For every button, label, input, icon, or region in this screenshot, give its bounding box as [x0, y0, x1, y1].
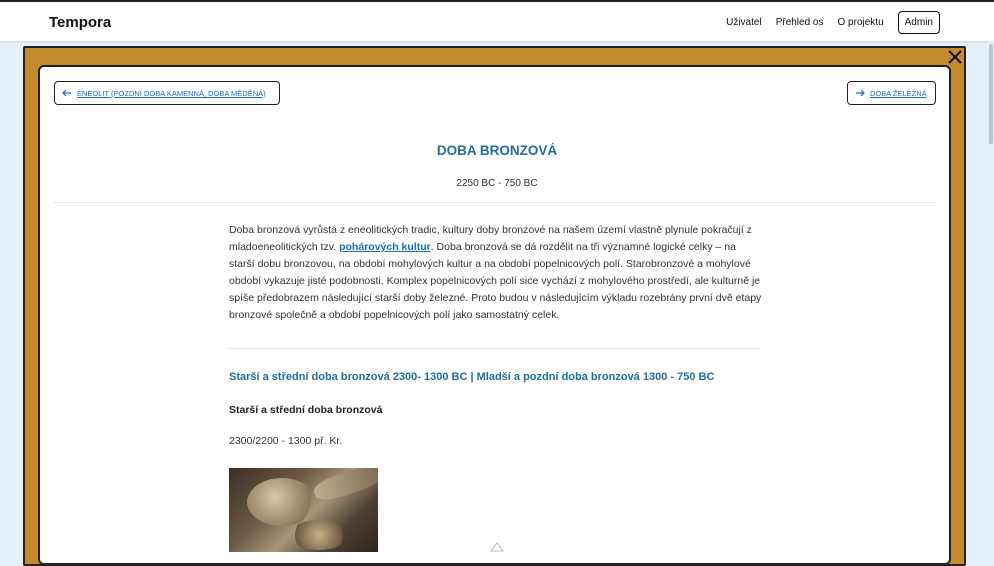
- subperiod-separator: |: [467, 371, 477, 383]
- section-dates: 2300/2200 - 1300 př. Kr.: [229, 435, 343, 447]
- arrow-left-icon: [62, 89, 71, 97]
- nav-link-uzivatel[interactable]: Uživatel: [726, 17, 762, 28]
- next-period-label: Doba železná: [870, 88, 927, 98]
- main-nav: Uživatel Přehled os O projektu Admin: [712, 11, 940, 34]
- bronze-artifacts-image: [229, 468, 378, 552]
- nav-link-o-projektu[interactable]: O projektu: [838, 17, 884, 28]
- subperiod-link-early[interactable]: Starší a střední doba bronzová 2300- 130…: [229, 371, 467, 383]
- close-icon: [948, 50, 962, 64]
- brand-logo[interactable]: Tempora: [49, 14, 111, 31]
- arrow-right-icon: [856, 89, 865, 97]
- page-scrollbar-thumb[interactable]: [989, 44, 993, 144]
- next-period-button[interactable]: Doba železná: [847, 81, 936, 105]
- poharove-kultury-link[interactable]: pohárových kultur: [339, 241, 431, 253]
- intro-paragraph: Doba bronzová vyrůstá z eneolitických tr…: [229, 222, 764, 324]
- subperiod-nav: Starší a střední doba bronzová 2300- 130…: [229, 371, 714, 383]
- page-scrollbar[interactable]: [988, 41, 994, 552]
- nav-link-prehled-os[interactable]: Přehled os: [776, 17, 824, 28]
- close-button[interactable]: [945, 47, 965, 67]
- period-dates: 2250 BC - 750 BC: [456, 178, 538, 189]
- section-heading: Starší a střední doba bronzová: [229, 404, 383, 416]
- intro-text-end: . Doba bronzová se dá rozdělit na tři vý…: [229, 241, 762, 321]
- period-title: DOBA BRONZOVÁ: [436, 143, 558, 158]
- divider: [54, 202, 936, 203]
- top-navbar: Tempora Uživatel Přehled os O projektu A…: [0, 0, 994, 41]
- previous-period-button[interactable]: Eneolit (pozdní doba kamenná, doba měděn…: [54, 81, 280, 105]
- divider: [229, 348, 760, 349]
- scroll-up-icon[interactable]: [489, 540, 505, 552]
- admin-button[interactable]: Admin: [897, 11, 940, 34]
- previous-period-label: Eneolit (pozdní doba kamenná, doba měděn…: [77, 88, 266, 98]
- subperiod-link-late[interactable]: Mladší a pozdní doba bronzová 1300 - 750…: [477, 371, 715, 383]
